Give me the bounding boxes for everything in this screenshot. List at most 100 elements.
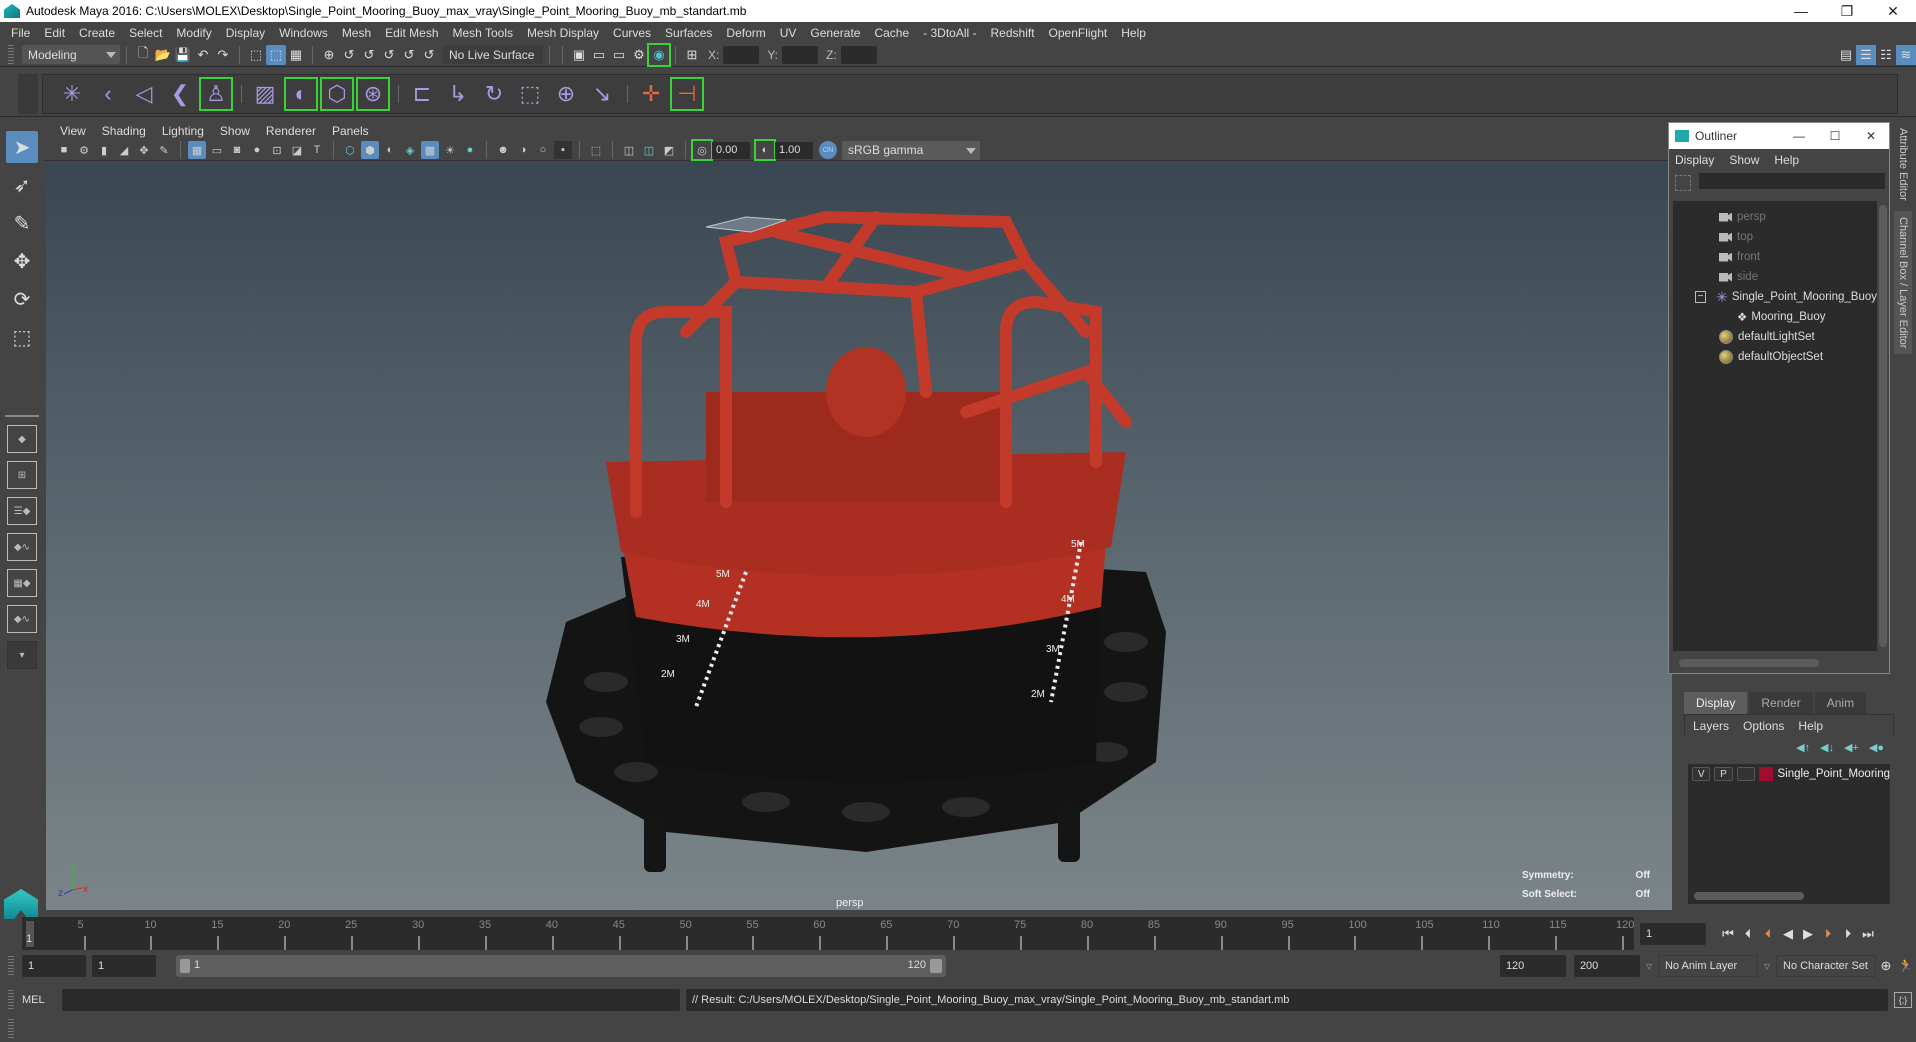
orient-constraint-icon[interactable]: ↻: [477, 77, 511, 111]
outliner-title-bar[interactable]: Outliner — ☐ ✕: [1669, 123, 1889, 149]
use-lights-icon[interactable]: ▩: [421, 141, 439, 159]
menu-generate[interactable]: Generate: [803, 26, 867, 40]
help-line-grip[interactable]: [8, 1019, 14, 1039]
xray-icon[interactable]: ☻: [494, 141, 512, 159]
add-influence-icon[interactable]: ✛: [634, 77, 668, 111]
outliner-item-front[interactable]: front: [1673, 247, 1877, 267]
menu-mesh-tools[interactable]: Mesh Tools: [446, 26, 520, 40]
grease-pencil-icon[interactable]: ✎: [155, 141, 173, 159]
maximize-button[interactable]: ☐: [1817, 129, 1853, 143]
tab-render[interactable]: Render: [1749, 692, 1813, 714]
menu-cache[interactable]: Cache: [867, 26, 916, 40]
tab-channel-box-layer-editor[interactable]: Channel Box / Layer Editor: [1894, 210, 1912, 355]
animation-preferences-icon[interactable]: 🏃: [1896, 956, 1916, 976]
aim-constraint-icon[interactable]: ⊕: [549, 77, 583, 111]
minimize-button[interactable]: —: [1778, 0, 1824, 22]
viewport-menu-shading[interactable]: Shading: [94, 124, 154, 138]
persp-graph-layout-icon[interactable]: ◆∿: [7, 533, 37, 561]
menu-mesh[interactable]: Mesh: [335, 26, 378, 40]
outliner-vertical-scrollbar[interactable]: [1879, 205, 1887, 647]
screen-space-ao-icon[interactable]: ●: [461, 141, 479, 159]
outliner-item-default-object-set[interactable]: defaultObjectSet: [1673, 347, 1877, 367]
layer-menu-help[interactable]: Help: [1798, 719, 1823, 733]
persp-graph-outliner-layout-icon[interactable]: ◆∿: [7, 605, 37, 633]
hypershade-icon[interactable]: ◉: [647, 42, 671, 67]
script-language-toggle[interactable]: MEL: [22, 994, 62, 1006]
viewport-menu-view[interactable]: View: [52, 124, 94, 138]
xray-active-icon[interactable]: ◑: [514, 141, 532, 159]
menu-redshift[interactable]: Redshift: [984, 26, 1042, 40]
step-forward-frame-icon[interactable]: ⏵: [1818, 924, 1838, 944]
menu-openflight[interactable]: OpenFlight: [1042, 26, 1115, 40]
menu-curves[interactable]: Curves: [606, 26, 658, 40]
bookmark-icon[interactable]: ▮: [95, 141, 113, 159]
shelf-tab-menu[interactable]: [18, 74, 38, 114]
camera-attributes-icon[interactable]: ⚙: [75, 141, 93, 159]
ik-handle-icon[interactable]: ‹: [91, 77, 125, 111]
playback-start-field[interactable]: 1: [92, 955, 156, 977]
undo-icon[interactable]: ↶: [193, 45, 213, 65]
outliner-horizontal-scrollbar[interactable]: [1679, 659, 1819, 667]
anim-layer-dropdown[interactable]: No Anim Layer: [1657, 955, 1758, 977]
view-transform-dropdown[interactable]: sRGB gamma: [842, 140, 980, 160]
color-management-toggle[interactable]: ON: [819, 141, 837, 159]
animation-start-field[interactable]: 1: [22, 955, 86, 977]
render-settings-icon[interactable]: ⚙: [629, 45, 649, 65]
menu-set-dropdown[interactable]: Modeling: [22, 45, 120, 64]
tab-display[interactable]: Display: [1684, 692, 1748, 714]
outliner-search-input[interactable]: [1699, 173, 1885, 189]
new-layer-from-selected-icon[interactable]: ◀●: [1869, 741, 1884, 754]
filter-icon[interactable]: [1675, 175, 1691, 191]
parent-constraint-icon[interactable]: ⊏: [405, 77, 439, 111]
image-plane-icon[interactable]: ◢: [115, 141, 133, 159]
layer-horizontal-scrollbar[interactable]: [1694, 892, 1804, 900]
select-hierarchy-icon[interactable]: ⬚: [246, 45, 266, 65]
gate-mask-icon[interactable]: ●: [248, 141, 266, 159]
film-gate-icon[interactable]: ▭: [208, 141, 226, 159]
viewport-menu-lighting[interactable]: Lighting: [154, 124, 212, 138]
smooth-shade-icon[interactable]: ⬢: [361, 141, 379, 159]
outliner-item-default-light-set[interactable]: defaultLightSet: [1673, 327, 1877, 347]
outliner-item-side[interactable]: side: [1673, 267, 1877, 287]
select-component-icon[interactable]: ▦: [286, 45, 306, 65]
ik-spline-icon[interactable]: ◁: [127, 77, 161, 111]
snap-live-icon[interactable]: ↺: [399, 45, 419, 65]
step-back-frame-icon[interactable]: ⏴: [1758, 924, 1778, 944]
outliner-item-mesh[interactable]: ❖ Mooring_Buoy: [1673, 307, 1877, 327]
exposure-icon[interactable]: ◎: [691, 139, 713, 161]
close-button[interactable]: ✕: [1853, 129, 1889, 143]
outliner-item-persp[interactable]: persp: [1673, 207, 1877, 227]
menu-edit[interactable]: Edit: [37, 26, 72, 40]
resolution-gate-icon[interactable]: ◙: [228, 141, 246, 159]
textured-icon[interactable]: ◈: [401, 141, 419, 159]
render-view-icon[interactable]: ▣: [569, 45, 589, 65]
layer-row[interactable]: V P Single_Point_Mooring: [1688, 764, 1890, 784]
wireframe-icon[interactable]: ⬡: [341, 141, 359, 159]
outliner-menu-display[interactable]: Display: [1675, 153, 1714, 167]
render-frame-icon[interactable]: ▭: [589, 45, 609, 65]
go-to-end-icon[interactable]: ⏭: [1858, 924, 1878, 944]
snap-curve-icon[interactable]: ↺: [339, 45, 359, 65]
blend-shape-icon[interactable]: ◐: [284, 77, 318, 111]
collapse-icon[interactable]: −: [1695, 291, 1707, 303]
outliner-item-group[interactable]: − ✳ Single_Point_Mooring_Buoy: [1673, 287, 1877, 307]
shadows-icon[interactable]: ☀: [441, 141, 459, 159]
attribute-editor-toggle-icon[interactable]: ☰: [1856, 44, 1876, 65]
viewport-menu-renderer[interactable]: Renderer: [258, 124, 324, 138]
four-view-layout-icon[interactable]: ⊞: [7, 461, 37, 489]
outliner-item-top[interactable]: top: [1673, 227, 1877, 247]
exposure-field[interactable]: 0.00: [712, 141, 750, 159]
menu-edit-mesh[interactable]: Edit Mesh: [378, 26, 445, 40]
select-camera-icon[interactable]: ■: [55, 141, 73, 159]
maya-home-icon[interactable]: [4, 889, 38, 919]
menu-surfaces[interactable]: Surfaces: [658, 26, 719, 40]
menu-windows[interactable]: Windows: [272, 26, 335, 40]
range-grip[interactable]: [8, 956, 14, 976]
lattice-icon[interactable]: ⬡: [320, 77, 354, 111]
hypershade-persp-layout-icon[interactable]: ▦◆: [7, 569, 37, 597]
depth-of-field-icon[interactable]: ◩: [660, 141, 678, 159]
close-button[interactable]: ✕: [1870, 0, 1916, 22]
paint-weights-icon[interactable]: ▨: [248, 77, 282, 111]
tool-settings-toggle-icon[interactable]: ☷: [1876, 45, 1896, 65]
point-constraint-icon[interactable]: ↳: [441, 77, 475, 111]
